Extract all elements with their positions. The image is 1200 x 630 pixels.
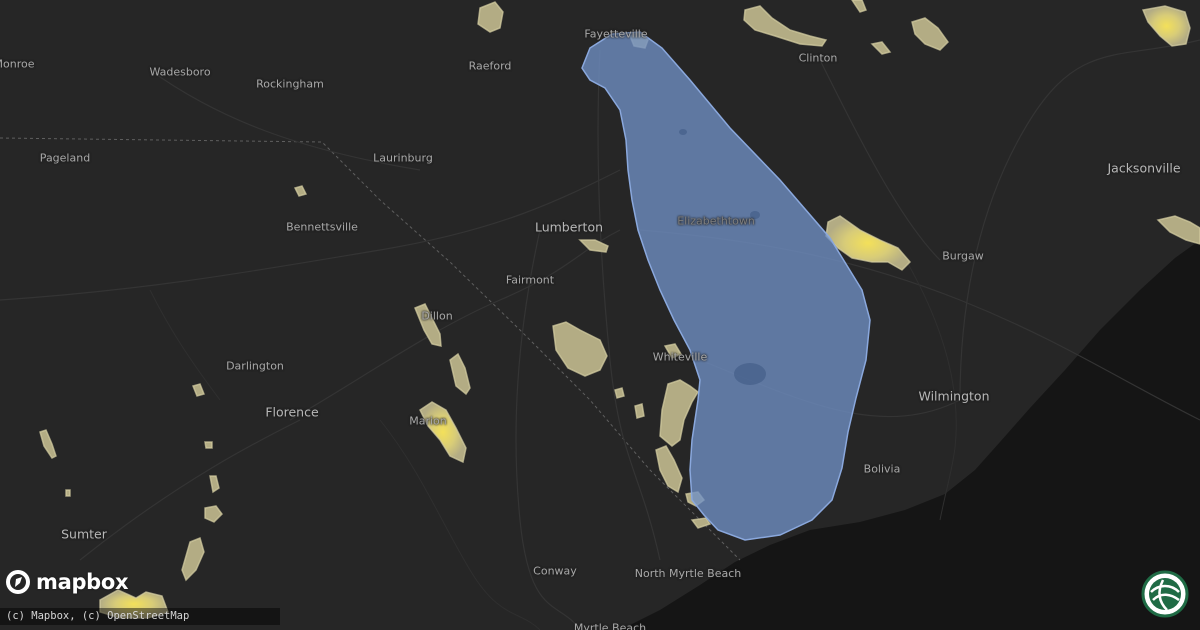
storm-cell bbox=[614, 387, 625, 399]
city-label-wilmington: Wilmington bbox=[918, 388, 990, 404]
basemap bbox=[0, 0, 1200, 630]
city-label-rockingham: Rockingham bbox=[256, 77, 324, 91]
city-label-jacksonville: Jacksonville bbox=[1107, 160, 1181, 176]
storm-cell bbox=[204, 441, 213, 449]
storm-cell bbox=[293, 185, 308, 197]
storm-cell bbox=[191, 383, 206, 397]
city-label-elizabethtown: Elizabethtown bbox=[677, 214, 755, 228]
storm-cell bbox=[578, 239, 609, 253]
city-label-burgaw: Burgaw bbox=[942, 249, 984, 263]
city-label-conway: Conway bbox=[533, 564, 577, 578]
city-label-pageland: Pageland bbox=[39, 151, 91, 165]
city-label-lumberton: Lumberton bbox=[534, 219, 604, 235]
city-label-monroe: Monroe bbox=[0, 57, 35, 71]
storm-cell bbox=[209, 475, 220, 494]
storm-cell bbox=[655, 445, 683, 494]
mapbox-logo-text: mapbox bbox=[36, 570, 129, 594]
storm-cell bbox=[870, 41, 892, 55]
storm-cell bbox=[419, 401, 467, 464]
city-label-wadesboro: Wadesboro bbox=[149, 65, 211, 79]
city-label-darlington: Darlington bbox=[226, 359, 284, 373]
mapbox-logo-icon bbox=[6, 570, 30, 594]
storm-cell bbox=[552, 321, 608, 377]
map-viewport[interactable]: Fayetteville Raeford Clinton Wadesboro R… bbox=[0, 0, 1200, 630]
city-label-marion: Marion bbox=[409, 414, 447, 428]
city-label-whiteville: Whiteville bbox=[652, 350, 708, 364]
state-border bbox=[0, 137, 741, 561]
storm-cell bbox=[181, 536, 205, 582]
storm-cell bbox=[851, 0, 867, 13]
mapbox-logo[interactable]: mapbox bbox=[4, 568, 129, 596]
city-label-dillon: Dillon bbox=[421, 309, 453, 323]
city-label-florence: Florence bbox=[265, 404, 319, 420]
storm-cell bbox=[634, 403, 645, 419]
city-label-north-myrtle-beach: North Myrtle Beach bbox=[634, 567, 742, 580]
city-label-raeford: Raeford bbox=[468, 59, 512, 73]
city-label-bennettsville: Bennettsville bbox=[286, 220, 358, 234]
storm-cell bbox=[477, 1, 504, 33]
city-label-fairmont: Fairmont bbox=[505, 273, 555, 287]
storm-cell bbox=[1156, 215, 1200, 245]
map-attribution[interactable]: (c) Mapbox, (c) OpenStreetMap bbox=[0, 608, 280, 625]
city-label-sumter: Sumter bbox=[61, 526, 107, 542]
storm-cell bbox=[65, 489, 71, 497]
storm-cell bbox=[1141, 5, 1191, 47]
city-label-fayetteville: Fayetteville bbox=[584, 27, 648, 41]
city-label-myrtle-beach: Myrtle Beach bbox=[573, 621, 647, 630]
storm-cell bbox=[39, 429, 57, 459]
storm-cell bbox=[743, 5, 828, 47]
highlighted-storm-area bbox=[581, 31, 871, 541]
city-label-laurinburg: Laurinburg bbox=[373, 151, 433, 165]
storm-cell bbox=[911, 17, 949, 51]
storm-cell bbox=[204, 505, 223, 523]
city-label-bolivia: Bolivia bbox=[863, 462, 901, 476]
storm-cell bbox=[449, 352, 471, 396]
brand-globe-icon bbox=[1141, 570, 1189, 618]
city-label-clinton: Clinton bbox=[798, 51, 838, 65]
